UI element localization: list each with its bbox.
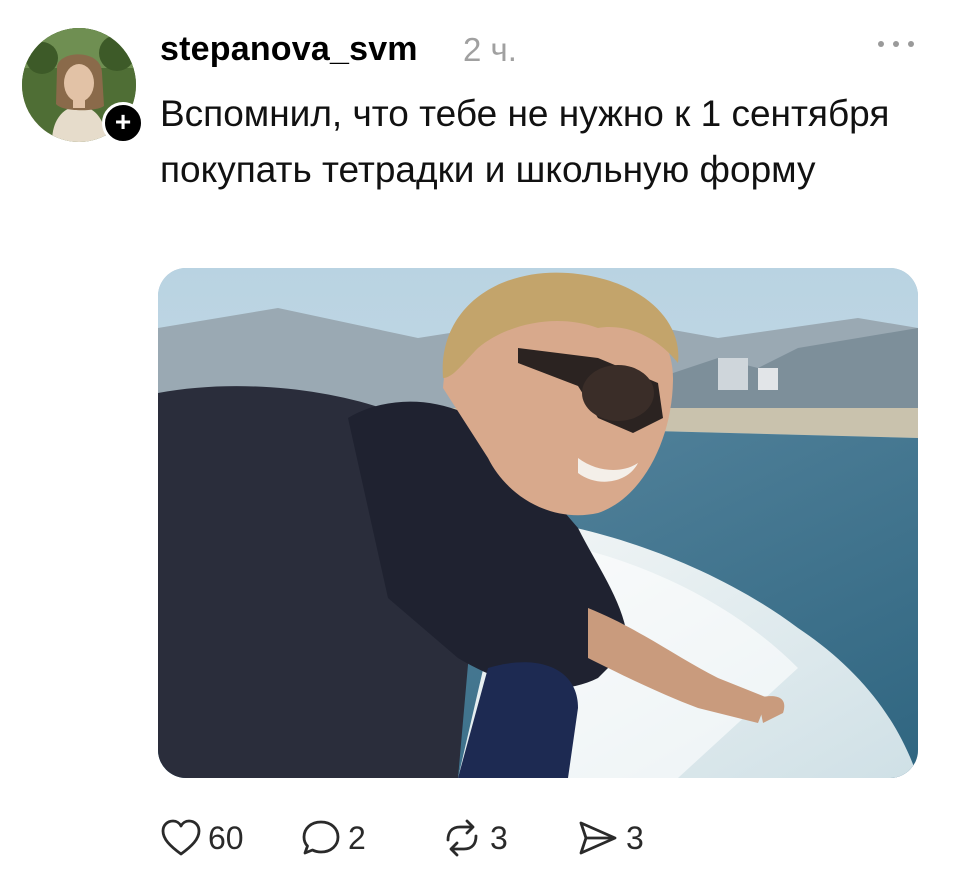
- comment-bubble-icon: [302, 820, 340, 855]
- dot: [878, 41, 884, 47]
- author-avatar[interactable]: +: [22, 28, 144, 144]
- post-timestamp: 2 ч.: [463, 31, 517, 68]
- like-button[interactable]: 60: [160, 818, 300, 858]
- post-image[interactable]: [158, 268, 918, 778]
- post-text: Вспомнил, что тебе не нужно к 1 сентября…: [160, 93, 890, 190]
- follow-button[interactable]: +: [102, 102, 144, 144]
- repost-icon: [446, 819, 478, 857]
- send-icon: [579, 821, 617, 855]
- share-button[interactable]: 3: [576, 818, 686, 858]
- share-count: 3: [626, 819, 644, 856]
- more-dots-icon[interactable]: [878, 34, 914, 54]
- repost-button[interactable]: 3: [440, 818, 576, 858]
- post-actions: 60 2 3 3: [160, 810, 686, 866]
- comment-button[interactable]: 2: [300, 818, 440, 858]
- post: + stepanova_svm 2 ч. Вспомнил, что тебе …: [0, 0, 960, 896]
- repost-count: 3: [490, 819, 508, 856]
- like-count: 60: [208, 819, 244, 856]
- dot: [908, 41, 914, 47]
- comment-count: 2: [348, 819, 366, 856]
- dot: [893, 41, 899, 47]
- author-username[interactable]: stepanova_svm: [160, 30, 418, 69]
- heart-icon: [161, 819, 201, 856]
- photo-man-on-boat: [158, 268, 918, 778]
